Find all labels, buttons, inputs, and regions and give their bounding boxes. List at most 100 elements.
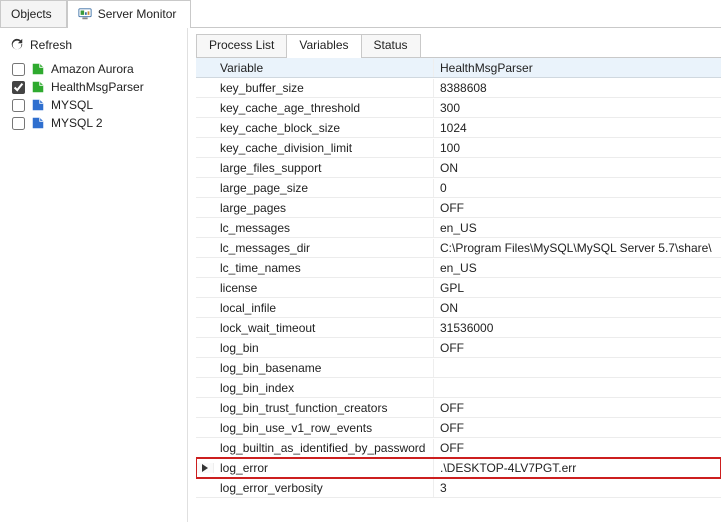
server-item[interactable]: MYSQL xyxy=(8,96,179,114)
table-row[interactable]: log_error_verbosity3 xyxy=(196,478,721,498)
table-row[interactable]: licenseGPL xyxy=(196,278,721,298)
table-row[interactable]: log_bin_use_v1_row_eventsOFF xyxy=(196,418,721,438)
variable-value-cell: GPL xyxy=(434,279,721,297)
variables-grid[interactable]: Variable HealthMsgParser key_buffer_size… xyxy=(196,58,721,522)
variable-name-cell: large_files_support xyxy=(214,159,434,177)
variable-name-cell: key_cache_age_threshold xyxy=(214,99,434,117)
content-pane: Process List Variables Status Variable H… xyxy=(188,28,721,522)
table-row[interactable]: log_bin_index xyxy=(196,378,721,398)
variable-name-cell: large_pages xyxy=(214,199,434,217)
variable-value-cell xyxy=(434,366,721,370)
variable-name-cell: key_cache_block_size xyxy=(214,119,434,137)
server-checkbox[interactable] xyxy=(12,99,25,112)
variable-value-cell: en_US xyxy=(434,259,721,277)
variable-name-cell: log_bin_trust_function_creators xyxy=(214,399,434,417)
table-row[interactable]: key_cache_block_size1024 xyxy=(196,118,721,138)
variable-value-cell xyxy=(434,386,721,390)
variable-name-cell: local_infile xyxy=(214,299,434,317)
table-row[interactable]: log_bin_basename xyxy=(196,358,721,378)
subtab-variables[interactable]: Variables xyxy=(286,34,361,57)
variable-name-cell: log_error xyxy=(214,459,434,477)
variable-name-cell: large_page_size xyxy=(214,179,434,197)
variable-value-cell: 300 xyxy=(434,99,721,117)
subtab-process-list[interactable]: Process List xyxy=(196,34,287,57)
table-row[interactable]: large_page_size0 xyxy=(196,178,721,198)
database-icon xyxy=(31,80,45,94)
server-item[interactable]: HealthMsgParser xyxy=(8,78,179,96)
server-label: MYSQL xyxy=(51,98,93,112)
server-label: Amazon Aurora xyxy=(51,62,134,76)
table-row[interactable]: log_binOFF xyxy=(196,338,721,358)
row-selected-indicator-icon xyxy=(201,463,209,473)
subtab-variables-label: Variables xyxy=(299,38,348,52)
table-row[interactable]: lock_wait_timeout31536000 xyxy=(196,318,721,338)
variable-value-cell: 8388608 xyxy=(434,79,721,97)
variable-value-cell: 3 xyxy=(434,479,721,497)
variable-value-cell: 31536000 xyxy=(434,319,721,337)
database-icon xyxy=(31,116,45,130)
grid-col-variable[interactable]: Variable xyxy=(214,59,434,77)
variable-name-cell: lc_messages_dir xyxy=(214,239,434,257)
variable-value-cell: .\DESKTOP-4LV7PGT.err xyxy=(434,459,721,477)
variable-value-cell: ON xyxy=(434,159,721,177)
variable-name-cell: log_builtin_as_identified_by_password xyxy=(214,439,434,457)
table-row[interactable]: lc_time_namesen_US xyxy=(196,258,721,278)
variable-name-cell: log_bin_basename xyxy=(214,359,434,377)
grid-header-row: Variable HealthMsgParser xyxy=(196,58,721,78)
variable-name-cell: lock_wait_timeout xyxy=(214,319,434,337)
refresh-icon xyxy=(10,38,24,52)
tab-server-monitor-label: Server Monitor xyxy=(98,7,177,21)
variable-name-cell: log_bin xyxy=(214,339,434,357)
subtab-status[interactable]: Status xyxy=(361,34,421,57)
server-label: MYSQL 2 xyxy=(51,116,103,130)
subtab-process-list-label: Process List xyxy=(209,38,274,52)
server-monitor-icon xyxy=(78,7,92,21)
table-row[interactable]: large_pagesOFF xyxy=(196,198,721,218)
variable-value-cell: 100 xyxy=(434,139,721,157)
server-checkbox[interactable] xyxy=(12,117,25,130)
tab-server-monitor[interactable]: Server Monitor xyxy=(67,0,192,27)
variable-value-cell: OFF xyxy=(434,199,721,217)
variable-value-cell: 1024 xyxy=(434,119,721,137)
variable-name-cell: lc_messages xyxy=(214,219,434,237)
tab-objects[interactable]: Objects xyxy=(0,0,67,27)
refresh-button[interactable]: Refresh xyxy=(4,34,183,60)
main-area: Refresh Amazon Aurora HealthMsgParser MYSQ… xyxy=(0,28,721,522)
variable-value-cell: OFF xyxy=(434,339,721,357)
subtab-status-label: Status xyxy=(374,38,408,52)
variable-value-cell: ON xyxy=(434,299,721,317)
variable-value-cell: 0 xyxy=(434,179,721,197)
database-icon xyxy=(31,98,45,112)
variable-name-cell: log_bin_use_v1_row_events xyxy=(214,419,434,437)
sub-tabbar: Process List Variables Status xyxy=(196,34,721,58)
table-row[interactable]: lc_messagesen_US xyxy=(196,218,721,238)
variable-value-cell: OFF xyxy=(434,439,721,457)
table-row[interactable]: local_infileON xyxy=(196,298,721,318)
variable-value-cell: C:\Program Files\MySQL\MySQL Server 5.7\… xyxy=(434,239,721,257)
variable-name-cell: log_error_verbosity xyxy=(214,479,434,497)
server-item[interactable]: Amazon Aurora xyxy=(8,60,179,78)
variable-name-cell: log_bin_index xyxy=(214,379,434,397)
sidebar: Refresh Amazon Aurora HealthMsgParser MYSQ… xyxy=(0,28,188,522)
table-row[interactable]: lc_messages_dirC:\Program Files\MySQL\My… xyxy=(196,238,721,258)
tab-objects-label: Objects xyxy=(11,7,52,21)
table-row[interactable]: log_bin_trust_function_creatorsOFF xyxy=(196,398,721,418)
table-row[interactable]: log_error.\DESKTOP-4LV7PGT.err xyxy=(196,458,721,478)
table-row[interactable]: key_buffer_size8388608 xyxy=(196,78,721,98)
database-icon xyxy=(31,62,45,76)
table-row[interactable]: key_cache_age_threshold300 xyxy=(196,98,721,118)
variable-name-cell: lc_time_names xyxy=(214,259,434,277)
table-row[interactable]: large_files_supportON xyxy=(196,158,721,178)
server-item[interactable]: MYSQL 2 xyxy=(8,114,179,132)
table-row[interactable]: key_cache_division_limit100 xyxy=(196,138,721,158)
variable-name-cell: license xyxy=(214,279,434,297)
top-tabbar: Objects Server Monitor xyxy=(0,0,721,28)
table-row[interactable]: log_builtin_as_identified_by_passwordOFF xyxy=(196,438,721,458)
server-label: HealthMsgParser xyxy=(51,80,144,94)
server-checkbox[interactable] xyxy=(12,63,25,76)
grid-col-value[interactable]: HealthMsgParser xyxy=(434,59,721,77)
row-gutter xyxy=(196,463,214,473)
server-checkbox[interactable] xyxy=(12,81,25,94)
variable-value-cell: en_US xyxy=(434,219,721,237)
server-list: Amazon Aurora HealthMsgParser MYSQL MYSQL 2 xyxy=(4,60,183,132)
